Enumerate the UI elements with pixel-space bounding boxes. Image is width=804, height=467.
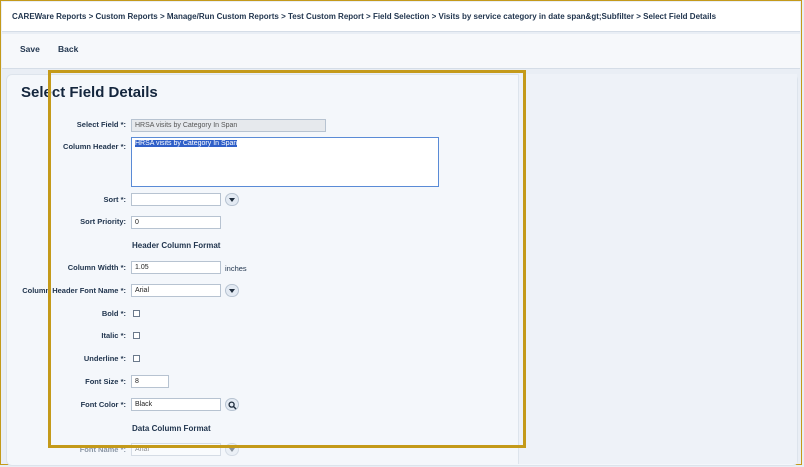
- search-icon[interactable]: [225, 398, 239, 411]
- header-font-select[interactable]: Arial: [131, 284, 221, 297]
- sort-label: Sort *:: [103, 195, 126, 204]
- save-button[interactable]: Save: [20, 44, 40, 54]
- header-font-label: Column Header Font Name *:: [22, 286, 126, 295]
- header-column-format-heading: Header Column Format: [132, 241, 221, 250]
- column-header-textarea[interactable]: HRSA visits by Category In Span: [131, 137, 439, 187]
- column-width-unit: inches: [225, 264, 247, 273]
- column-width-label: Column Width *:: [67, 263, 126, 272]
- column-header-text: HRSA visits by Category In Span: [135, 140, 238, 147]
- select-field-label: Select Field *:: [76, 120, 126, 129]
- chevron-down-icon[interactable]: [225, 193, 239, 206]
- toolbar: Save Back: [2, 34, 800, 69]
- underline-checkbox[interactable]: [133, 355, 140, 362]
- column-width-input[interactable]: 1.05: [131, 261, 221, 274]
- data-column-format-heading: Data Column Format: [132, 424, 211, 433]
- chevron-down-icon[interactable]: [225, 284, 239, 297]
- sort-priority-input[interactable]: 0: [131, 216, 221, 229]
- font-color-label: Font Color *:: [80, 400, 126, 409]
- sort-select[interactable]: [131, 193, 221, 206]
- font-size-label: Font Size *:: [85, 377, 126, 386]
- bold-label: Bold *:: [101, 309, 126, 318]
- breadcrumb: CAREWare Reports > Custom Reports > Mana…: [2, 2, 800, 32]
- font-color-input[interactable]: Black: [131, 398, 221, 411]
- italic-checkbox[interactable]: [133, 332, 140, 339]
- data-font-select[interactable]: Arial: [131, 443, 221, 456]
- chevron-down-icon[interactable]: [225, 443, 239, 456]
- underline-label: Underline *:: [83, 354, 126, 363]
- sort-priority-label: Sort Priority:: [80, 217, 126, 226]
- column-header-label: Column Header *:: [63, 142, 126, 151]
- data-font-label: Font Name *:: [79, 445, 126, 454]
- back-button[interactable]: Back: [58, 44, 78, 54]
- side-panel: [518, 74, 797, 464]
- bold-checkbox[interactable]: [133, 310, 140, 317]
- select-field-input: HRSA visits by Category In Span: [131, 119, 326, 132]
- page-title: Select Field Details: [21, 84, 158, 101]
- font-size-input[interactable]: 8: [131, 375, 169, 388]
- italic-label: Italic *:: [101, 331, 126, 340]
